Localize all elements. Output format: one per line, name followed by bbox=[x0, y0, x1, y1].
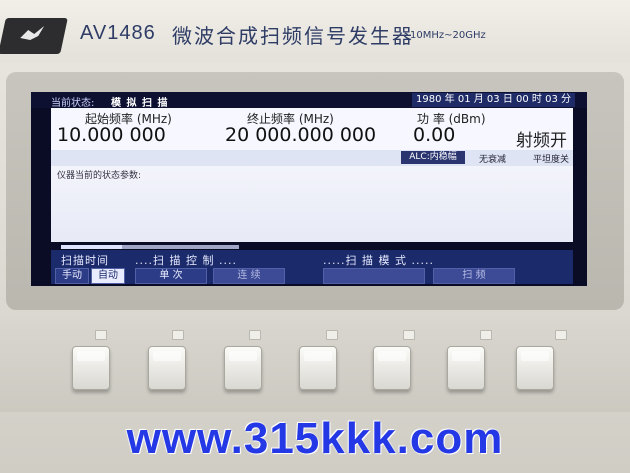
sweep-control-title: ....扫 描 控 制 .... bbox=[135, 254, 237, 267]
sweep-mode-item2[interactable]: 扫 频 bbox=[433, 268, 515, 284]
sweep-time-auto[interactable]: 自动 bbox=[91, 268, 125, 284]
flags-row: ALC:内稳幅 无衰减 平坦度关 bbox=[51, 150, 573, 166]
rf-output-state[interactable]: 射频开 bbox=[516, 126, 567, 151]
sweep-progress-fill bbox=[61, 245, 122, 249]
datetime: 1980 年 01 月 03 日 00 时 03 分 bbox=[412, 93, 575, 107]
model-number: AV1486 bbox=[80, 22, 156, 44]
frequency-range: 10MHz~20GHz bbox=[410, 30, 486, 41]
key-indicator-3 bbox=[249, 330, 261, 340]
status-bar: 当前状态: 模 拟 扫 描 1980 年 01 月 03 日 00 时 03 分 bbox=[31, 92, 587, 109]
stop-freq-value[interactable]: 20 000.000 000 bbox=[225, 124, 376, 146]
sweep-single-button[interactable]: 单 次 bbox=[135, 268, 207, 284]
sweep-continuous-button[interactable]: 连 续 bbox=[213, 268, 285, 284]
status-label: 当前状态: bbox=[51, 98, 95, 109]
status-value: 模 拟 扫 描 bbox=[111, 98, 169, 109]
flatness-flag: 平坦度关 bbox=[533, 155, 570, 165]
sweep-progress-bar bbox=[61, 245, 239, 249]
key-indicator-1 bbox=[95, 330, 107, 340]
parameter-panel: 起始频率 (MHz) 10.000 000 终止频率 (MHz) 20 000.… bbox=[51, 108, 573, 151]
alc-flag: ALC:内稳幅 bbox=[401, 151, 465, 164]
sweep-time-group: 扫描时间 手动 自动 bbox=[51, 250, 129, 284]
softkey-4[interactable] bbox=[299, 346, 337, 390]
watermark-text: www.315kkk.com bbox=[126, 414, 504, 463]
sweep-mode-title: .....扫 描 模 式 ..... bbox=[323, 254, 434, 267]
status-info-area: 仪器当前的状态参数: bbox=[51, 166, 573, 242]
key-indicator-4 bbox=[326, 330, 338, 340]
key-indicator-5 bbox=[403, 330, 415, 340]
key-indicator-2 bbox=[172, 330, 184, 340]
sweep-control-group: ....扫 描 控 制 .... 单 次 连 续 bbox=[133, 250, 313, 284]
softkey-menu: 扫描时间 手动 自动 ....扫 描 控 制 .... 单 次 连 续 ....… bbox=[51, 250, 573, 284]
softkey-5[interactable] bbox=[373, 346, 411, 390]
power-value[interactable]: 0.00 bbox=[413, 124, 455, 146]
lcd-screen: 当前状态: 模 拟 扫 描 1980 年 01 月 03 日 00 时 03 分… bbox=[31, 92, 587, 286]
softkey-7[interactable] bbox=[516, 346, 554, 390]
info-label: 仪器当前的状态参数: bbox=[57, 171, 142, 181]
key-indicator-6 bbox=[480, 330, 492, 340]
softkey-2[interactable] bbox=[148, 346, 186, 390]
product-name: 微波合成扫频信号发生器 bbox=[172, 24, 414, 48]
instrument-header: AV1486 微波合成扫频信号发生器 10MHz~20GHz bbox=[0, 0, 630, 62]
sweep-mode-group: .....扫 描 模 式 ..... 扫 频 bbox=[313, 250, 571, 284]
sweep-time-title: 扫描时间 bbox=[61, 254, 109, 267]
brand-logo bbox=[0, 18, 68, 54]
softkey-6[interactable] bbox=[447, 346, 485, 390]
sweep-time-manual[interactable]: 手动 bbox=[55, 268, 89, 284]
bird-logo-icon bbox=[20, 26, 45, 40]
key-indicator-7 bbox=[555, 330, 567, 340]
softkey-1[interactable] bbox=[72, 346, 110, 390]
attenuation-flag: 无衰减 bbox=[479, 155, 507, 165]
softkey-3[interactable] bbox=[224, 346, 262, 390]
sweep-mode-item1[interactable] bbox=[323, 268, 425, 284]
start-freq-value[interactable]: 10.000 000 bbox=[57, 124, 166, 146]
